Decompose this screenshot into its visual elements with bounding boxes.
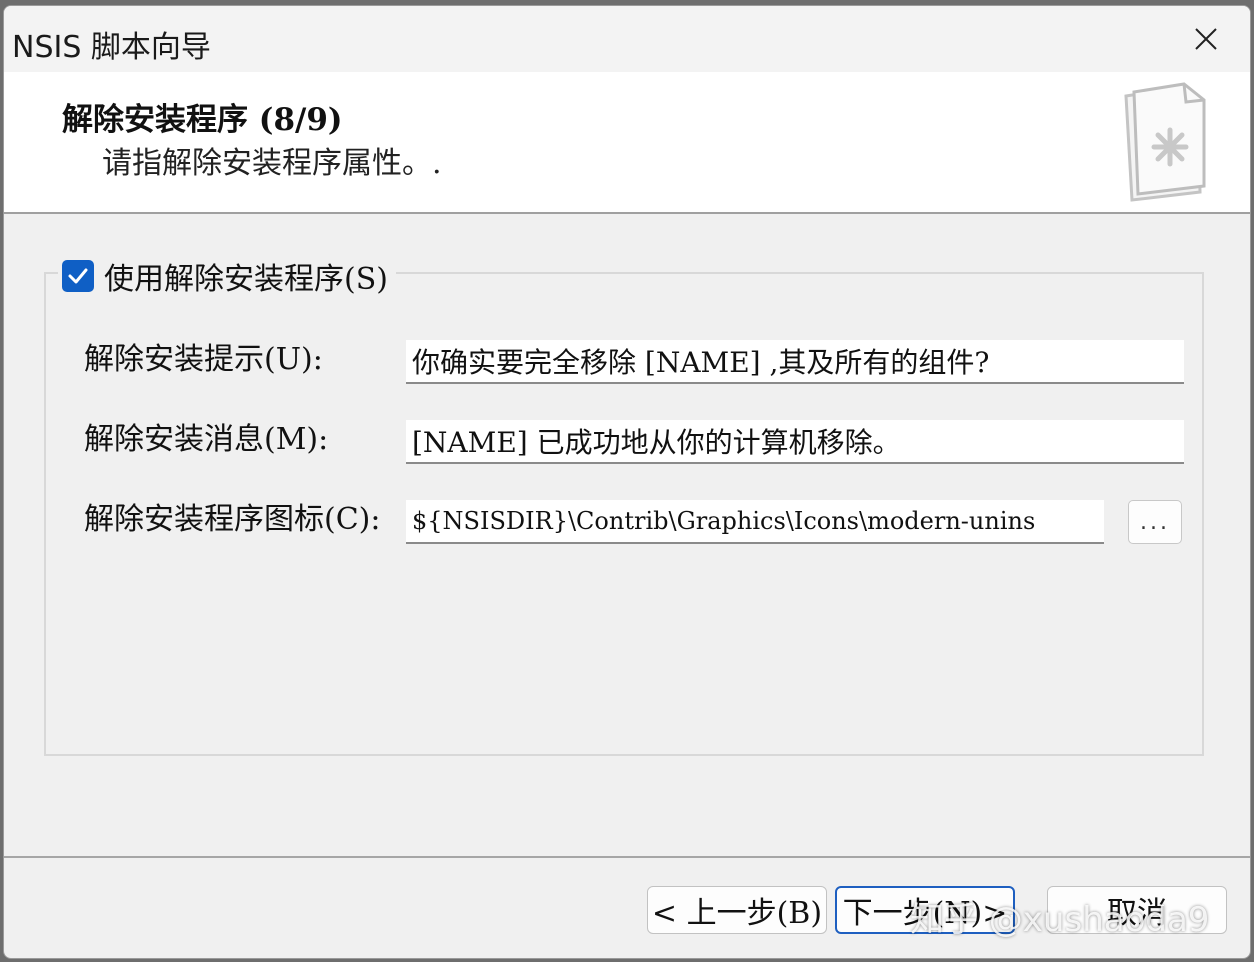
use-uninstaller-checkbox[interactable]: [62, 260, 94, 292]
page-title: 解除安装程序 (8/9): [62, 102, 343, 138]
browse-icon-button[interactable]: ...: [1128, 500, 1182, 544]
wizard-header: 解除安装程序 (8/9) 请指解除安装程序属性。.: [4, 72, 1250, 214]
uninstall-prompt-label: 解除安装提示(U):: [84, 342, 323, 377]
close-icon: [1195, 28, 1217, 50]
uninstall-prompt-input[interactable]: [406, 340, 1184, 384]
cancel-button[interactable]: 取消: [1047, 886, 1227, 934]
uninstaller-icon-label: 解除安装程序图标(C):: [84, 502, 381, 537]
uninstaller-icon-input[interactable]: [406, 500, 1104, 544]
checkmark-icon: [68, 268, 88, 284]
script-document-icon: [1124, 82, 1206, 202]
footer-separator: [4, 856, 1250, 858]
next-button[interactable]: 下一步(N)>: [835, 886, 1015, 934]
uninstall-message-label: 解除安装消息(M):: [84, 422, 329, 457]
use-uninstaller-checkbox-row[interactable]: 使用解除安装程序(S): [58, 254, 396, 298]
back-button[interactable]: < 上一步(B): [647, 886, 827, 934]
title-bar: NSIS 脚本向导: [4, 6, 1250, 72]
page-subtitle: 请指解除安装程序属性。.: [102, 146, 442, 181]
close-button[interactable]: [1162, 6, 1250, 72]
window-title: NSIS 脚本向导: [12, 30, 211, 65]
use-uninstaller-label: 使用解除安装程序(S): [104, 262, 388, 297]
wizard-window: NSIS 脚本向导 解除安装程序 (8/9) 请指解除安装程序属性。. 使用解除…: [3, 5, 1251, 959]
uninstall-message-input[interactable]: [406, 420, 1184, 464]
